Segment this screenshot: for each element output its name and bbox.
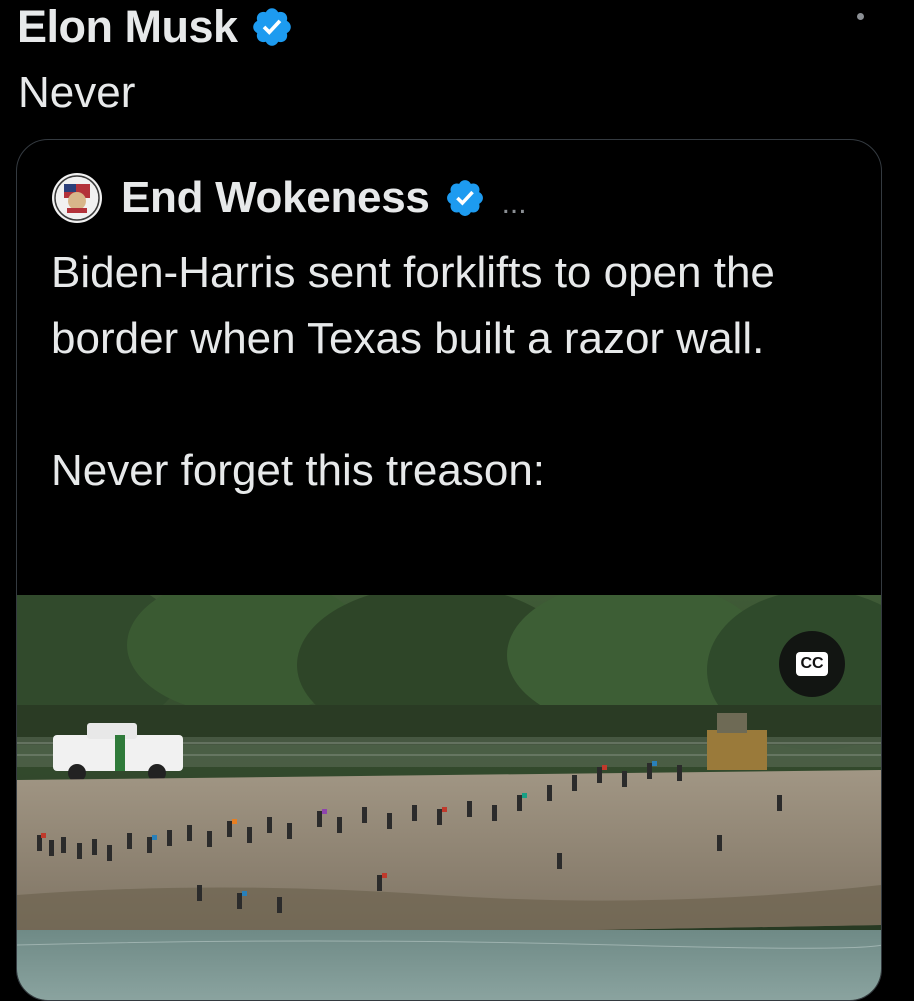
author-name[interactable]: Elon Musk: [17, 1, 238, 53]
quoted-post-line: Biden-Harris sent forklifts to open the …: [51, 248, 775, 363]
redacted-handle: [307, 7, 394, 47]
quoted-post-text: Biden-Harris sent forklifts to open the …: [51, 240, 861, 504]
avatar-badge-image: [52, 173, 102, 223]
post-header: Elon Musk: [17, 1, 394, 53]
video-player[interactable]: CC: [17, 595, 881, 1000]
avatar[interactable]: [51, 172, 103, 224]
verified-badge-icon: [446, 180, 483, 216]
quoted-post-header: End Wokeness ...: [51, 170, 527, 226]
quoted-post-line: Never forget this treason:: [51, 446, 546, 495]
verified-badge-icon: [252, 8, 291, 46]
quoted-author-name[interactable]: End Wokeness: [121, 173, 430, 223]
closed-captions-icon: CC: [796, 652, 828, 676]
quoted-post-meta: ...: [501, 187, 527, 220]
more-options-icon[interactable]: [857, 13, 864, 20]
video-frame: [17, 595, 881, 1000]
post-text: Never: [18, 68, 136, 117]
closed-captions-button[interactable]: CC: [779, 631, 845, 697]
quoted-post-card[interactable]: End Wokeness ... Biden-Harris sent forkl…: [16, 139, 882, 1001]
